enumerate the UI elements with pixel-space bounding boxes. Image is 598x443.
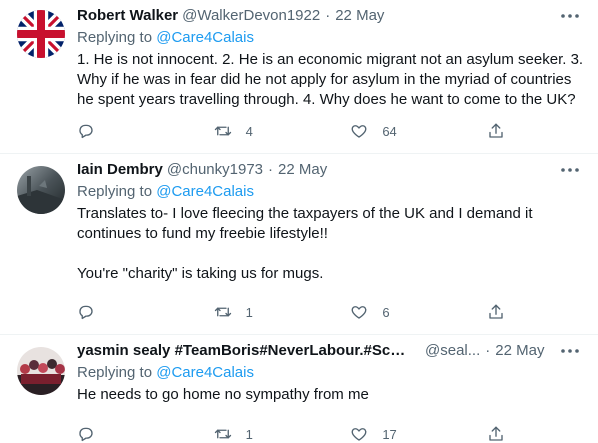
reply-icon xyxy=(79,124,93,139)
tweet-date[interactable]: 22 May xyxy=(495,341,544,361)
tweet-header: Robert Walker @WalkerDevon1922 · 22 May xyxy=(77,6,584,26)
retweet-icon xyxy=(214,429,231,439)
action-bar: 4 64 xyxy=(77,121,507,141)
avatar[interactable] xyxy=(17,10,65,58)
like-button[interactable]: 17 xyxy=(350,424,450,443)
retweet-button[interactable]: 4 xyxy=(214,121,314,141)
reply-button[interactable] xyxy=(77,424,177,443)
tweet-header: Iain Dembry @chunky1973 · 22 May xyxy=(77,160,584,180)
tweet-text: He needs to go home no sympathy from me xyxy=(77,385,584,405)
like-count: 6 xyxy=(382,304,390,320)
tweet-paragraph: 1. He is not innocent. 2. He is an econo… xyxy=(77,51,584,108)
more-options-icon[interactable] xyxy=(560,341,580,361)
tweet[interactable]: yasmin sealy #TeamBoris#NeverLabour.#Scu… xyxy=(0,335,598,443)
more-options-icon[interactable] xyxy=(560,160,580,180)
display-name[interactable]: yasmin sealy #TeamBoris#NeverLabour.#Scu… xyxy=(77,341,411,361)
mention-link[interactable]: @Care4Calais xyxy=(156,364,254,381)
separator: · xyxy=(268,161,273,178)
replying-to: Replying to @Care4Calais xyxy=(77,182,584,202)
tweet-date[interactable]: 22 May xyxy=(335,6,384,26)
union-jack-avatar-icon xyxy=(17,10,65,58)
retweet-icon xyxy=(214,126,231,136)
group-photo-avatar-icon xyxy=(17,347,65,395)
heart-icon xyxy=(351,125,367,138)
retweet-count: 1 xyxy=(245,426,253,442)
heart-icon xyxy=(351,428,367,441)
user-handle[interactable]: @seal... xyxy=(425,341,480,361)
like-count: 17 xyxy=(382,426,397,442)
replying-to-label: Replying to xyxy=(77,183,157,200)
replying-to-label: Replying to xyxy=(77,364,157,381)
heart-icon xyxy=(351,306,367,319)
share-icon xyxy=(489,426,503,441)
tweet-text: 1. He is not innocent. 2. He is an econo… xyxy=(77,50,584,110)
avatar[interactable] xyxy=(17,347,65,395)
like-button[interactable]: 64 xyxy=(350,121,450,141)
tweet-paragraph: He needs to go home no sympathy from me xyxy=(77,386,369,403)
reply-button[interactable] xyxy=(77,121,177,141)
user-handle[interactable]: @chunky1973 xyxy=(167,160,263,180)
tweet[interactable]: Robert Walker @WalkerDevon1922 · 22 May … xyxy=(0,0,598,154)
more-options-icon[interactable] xyxy=(560,6,580,26)
share-button[interactable] xyxy=(487,424,507,443)
display-name[interactable]: Robert Walker xyxy=(77,6,178,26)
reply-icon xyxy=(79,427,93,442)
mention-link[interactable]: @Care4Calais xyxy=(156,29,254,46)
action-bar: 1 6 xyxy=(77,302,507,322)
like-count: 64 xyxy=(382,123,397,139)
replying-to-label: Replying to xyxy=(77,29,157,46)
user-handle[interactable]: @WalkerDevon1922 xyxy=(182,6,320,26)
retweet-button[interactable]: 1 xyxy=(214,302,314,322)
action-bar: 1 17 xyxy=(77,424,507,443)
share-button[interactable] xyxy=(487,121,507,141)
mention-link[interactable]: @Care4Calais xyxy=(156,183,254,200)
replying-to: Replying to @Care4Calais xyxy=(77,363,584,383)
tweet-paragraph: You're "charity" is taking us for mugs. xyxy=(77,265,324,282)
share-icon xyxy=(489,123,503,138)
separator: · xyxy=(325,7,331,24)
separator: · xyxy=(485,342,491,359)
retweet-count: 1 xyxy=(245,304,253,320)
tweet[interactable]: Iain Dembry @chunky1973 · 22 May Replyin… xyxy=(0,154,598,335)
photo-avatar-icon xyxy=(17,166,65,214)
tweet-date[interactable]: 22 May xyxy=(278,160,327,180)
retweet-button[interactable]: 1 xyxy=(214,424,314,443)
retweet-count: 4 xyxy=(245,123,253,139)
reply-button[interactable] xyxy=(77,302,177,322)
display-name[interactable]: Iain Dembry xyxy=(77,160,163,180)
tweet-text: Translates to- I love fleecing the taxpa… xyxy=(77,204,584,284)
retweet-icon xyxy=(214,307,231,317)
avatar[interactable] xyxy=(17,166,65,214)
tweet-header: yasmin sealy #TeamBoris#NeverLabour.#Scu… xyxy=(77,341,584,361)
share-icon xyxy=(489,304,503,319)
reply-icon xyxy=(79,305,93,320)
replying-to: Replying to @Care4Calais xyxy=(77,28,584,48)
share-button[interactable] xyxy=(487,302,507,322)
like-button[interactable]: 6 xyxy=(350,302,450,322)
tweet-paragraph: Translates to- I love fleecing the taxpa… xyxy=(77,205,533,242)
